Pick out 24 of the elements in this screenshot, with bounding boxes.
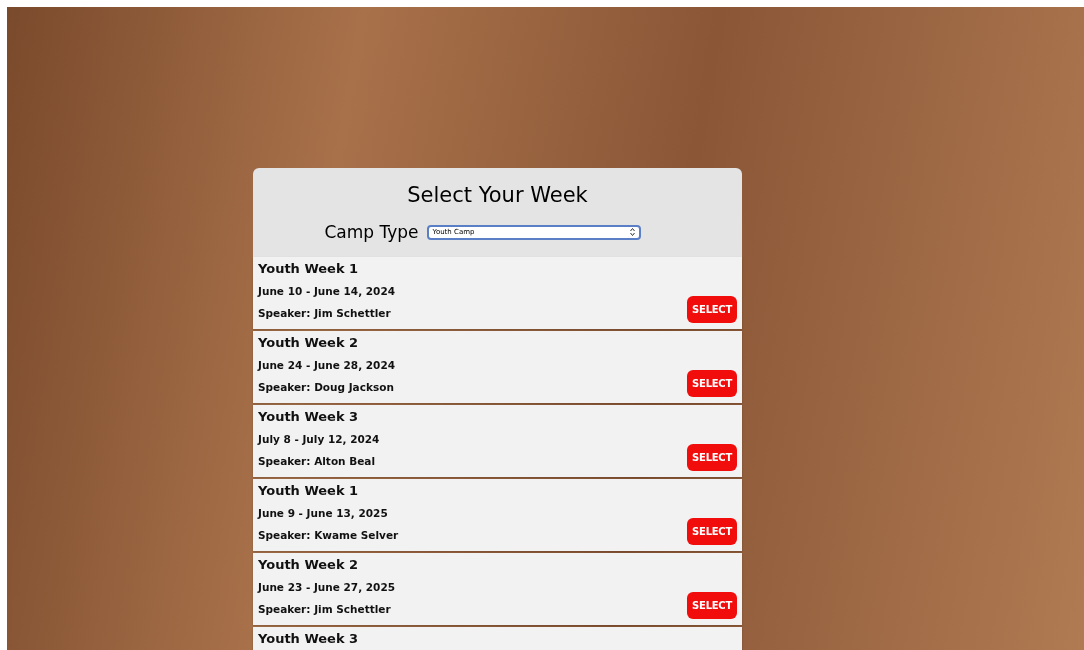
- select-button[interactable]: SELECT: [687, 370, 737, 397]
- week-dates: June 9 - June 13, 2025: [258, 506, 389, 521]
- select-button[interactable]: SELECT: [687, 296, 737, 323]
- week-dates: June 10 - June 14, 2024: [258, 284, 396, 299]
- week-name: Youth Week 2: [258, 334, 360, 352]
- week-name: Youth Week 1: [258, 482, 360, 500]
- week-name: Youth Week 1: [258, 260, 360, 278]
- select-button[interactable]: SELECT: [687, 592, 737, 619]
- select-button[interactable]: SELECT: [687, 518, 737, 545]
- speaker-name: Speaker: Jim Schettler: [258, 306, 392, 321]
- page-title: Select Your Week: [407, 182, 588, 209]
- week-dates: July 8 - July 12, 2024: [258, 432, 380, 447]
- speaker-name: Speaker: Jim Schettler: [258, 602, 392, 617]
- week-name: Youth Week 2: [258, 556, 360, 574]
- speaker-name: Speaker: Kwame Selver: [258, 528, 399, 543]
- speaker-name: Speaker: Alton Beal: [258, 454, 377, 469]
- chevron-up-down-icon: [629, 228, 635, 237]
- speaker-name: Speaker: Doug Jackson: [258, 380, 395, 395]
- week-name: Youth Week 3: [258, 408, 360, 426]
- week-name: Youth Week 3: [258, 630, 359, 648]
- week-dates: June 23 - June 27, 2025: [258, 580, 396, 595]
- week-dates: June 24 - June 28, 2024: [258, 358, 396, 373]
- select-button[interactable]: SELECT: [687, 444, 737, 471]
- camp-type-label: Camp Type: [324, 220, 419, 244]
